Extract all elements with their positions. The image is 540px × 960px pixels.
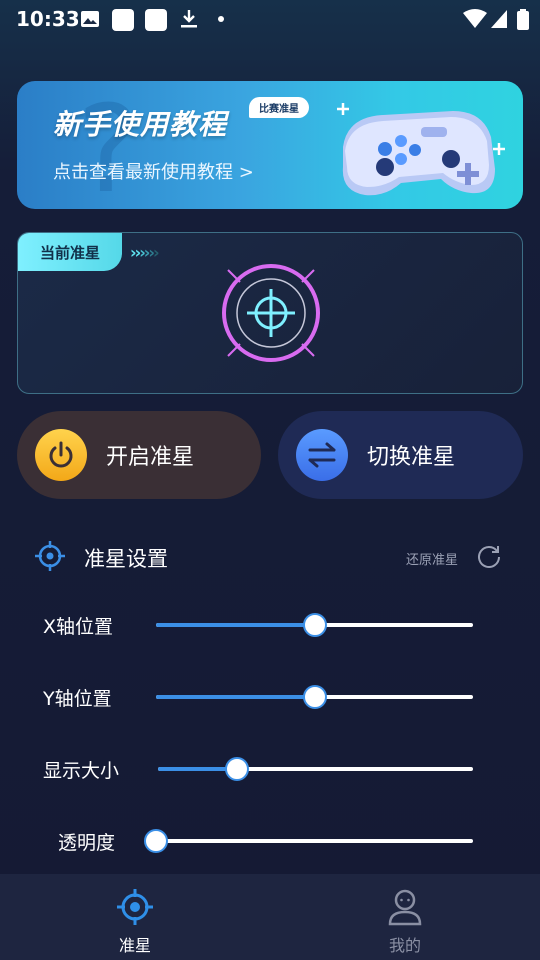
crosshair-preview-icon xyxy=(222,264,320,362)
slider-thumb[interactable] xyxy=(302,613,327,637)
square-icon xyxy=(145,9,167,31)
open-crosshair-label: 开启准星 xyxy=(106,445,195,470)
download-icon xyxy=(181,10,197,28)
crosshair-icon xyxy=(35,541,65,571)
switch-crosshair-label: 切换准星 xyxy=(367,445,456,470)
size-slider[interactable] xyxy=(158,757,473,781)
nav-item-mine[interactable]: 我的 xyxy=(270,874,540,960)
wifi-icon xyxy=(463,9,487,28)
square-icon xyxy=(112,9,134,31)
y-position-slider[interactable] xyxy=(156,685,473,709)
battery-icon xyxy=(517,9,529,30)
image-icon xyxy=(81,11,99,27)
tutorial-banner[interactable]: ? 新手使用教程 比赛准星 点击查看最新使用教程 > xyxy=(17,81,523,209)
banner-title: 新手使用教程 xyxy=(53,108,228,141)
x-position-slider[interactable] xyxy=(156,613,473,637)
current-crosshair-card: 当前准星 ›››››› xyxy=(17,232,523,394)
gamepad-icon xyxy=(337,103,505,196)
status-bar: 10:33 xyxy=(0,0,540,38)
slider-fill xyxy=(156,623,315,627)
banner-subtitle[interactable]: 点击查看最新使用教程 > xyxy=(53,158,254,184)
signal-icon xyxy=(491,10,507,28)
slider-label: 透明度 xyxy=(58,832,116,854)
crosshair-settings-header: 准星设置 还原准星 xyxy=(34,537,508,577)
nav-label-mine: 我的 xyxy=(388,936,421,955)
opacity-slider[interactable] xyxy=(144,829,473,853)
slider-row-x: X轴位置 xyxy=(0,604,540,644)
settings-title: 准星设置 xyxy=(84,547,168,571)
slider-thumb[interactable] xyxy=(224,757,249,781)
bottom-nav: 准星 我的 xyxy=(0,874,540,960)
slider-row-y: Y轴位置 xyxy=(0,676,540,716)
slider-row-size: 显示大小 xyxy=(0,748,540,788)
reset-crosshair-label[interactable]: 还原准星 xyxy=(406,549,458,568)
slider-fill xyxy=(156,695,315,699)
swap-icon xyxy=(296,429,348,481)
slider-thumb[interactable] xyxy=(302,685,327,709)
user-icon xyxy=(388,889,422,926)
crosshair-nav-icon xyxy=(117,889,153,925)
slider-label: X轴位置 xyxy=(43,616,114,638)
refresh-icon[interactable] xyxy=(476,543,502,569)
banner-badge: 比赛准星 xyxy=(249,97,309,118)
slider-row-opacity: 透明度 xyxy=(0,820,540,860)
arrows-decor: ›››››› xyxy=(130,243,159,262)
current-crosshair-tab: 当前准星 xyxy=(18,233,122,271)
switch-crosshair-button[interactable]: 切换准星 xyxy=(278,411,523,499)
nav-item-crosshair[interactable]: 准星 xyxy=(0,874,270,960)
slider-label: Y轴位置 xyxy=(43,688,112,710)
open-crosshair-button[interactable]: 开启准星 xyxy=(17,411,261,499)
slider-thumb[interactable] xyxy=(144,829,168,853)
status-time: 10:33 xyxy=(16,7,80,31)
slider-label: 显示大小 xyxy=(43,760,120,782)
dot-icon xyxy=(218,16,224,22)
nav-label-crosshair: 准星 xyxy=(118,936,151,955)
power-icon xyxy=(35,429,87,481)
